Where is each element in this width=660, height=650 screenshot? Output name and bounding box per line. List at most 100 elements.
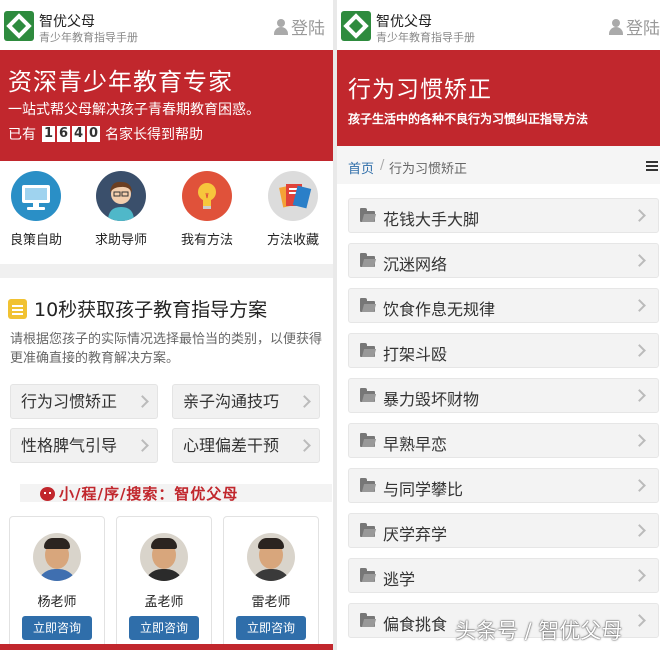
folder-icon [360,253,375,267]
consult-button[interactable]: 立即咨询 [129,616,199,640]
feature-label: 求助导师 [94,233,147,248]
list-item-label: 与同学攀比 [383,480,464,499]
list-item-label: 饮食作息无规律 [383,300,496,319]
chevron-right-icon [633,344,646,357]
counter-digit: 6 [57,126,70,142]
counter-digit: 1 [42,126,55,142]
folder-icon [360,523,375,537]
list-item[interactable]: 沉迷网络 [348,243,659,278]
category-button[interactable]: 行为习惯矫正 [10,384,158,419]
teacher-name: 杨老师 [37,595,77,610]
chevron-right-icon [633,479,646,492]
section-description: 请根据您孩子的实际情况选择最恰当的类别，以便获得更准确直接的教育解决方案。 [10,332,323,366]
header: 智优父母 青少年教育指导手册 登陆 [337,0,660,50]
chevron-right-icon [633,524,646,537]
login-button[interactable]: 登陆 [609,14,660,39]
breadcrumb-home[interactable]: 首页 [348,158,374,177]
folder-icon [360,613,375,627]
right-panel: 智优父母 青少年教育指导手册 登陆 行为习惯矫正 孩子生活中的各种不良行为习惯纠… [337,0,660,650]
brand-name: 智优父母 [376,14,432,30]
list-item[interactable]: 打架斗殴 [348,333,659,368]
brand-name: 智优父母 [39,14,95,30]
chevron-right-icon [633,389,646,402]
logo-icon[interactable] [341,11,371,41]
help-counter: 已有 1 6 4 0 名家长得到帮助 [8,124,203,144]
list-item[interactable]: 厌学弃学 [348,513,659,548]
folder-icon [360,568,375,582]
category-button[interactable]: 心理偏差干预 [172,428,320,463]
screenshot-root: 智优父母 青少年教育指导手册 登陆 资深青少年教育专家 一站式帮父母解决孩子青春… [0,0,660,650]
feature-favorites[interactable]: 方法收藏 [253,171,333,248]
chevron-right-icon [633,254,646,267]
teacher-name: 孟老师 [144,595,184,610]
category-title: 行为习惯矫正 [348,77,492,103]
watermark-text: 头条号 / 智优父母 [455,619,623,643]
list-item-label: 逃学 [383,570,416,589]
list-item-label: 暴力毁坏财物 [383,390,480,409]
brand-subtitle: 青少年教育指导手册 [39,31,138,44]
folder-icon [360,208,375,222]
chevron-right-icon [298,439,311,452]
category-button[interactable]: 亲子沟通技巧 [172,384,320,419]
section-title-text: 10秒获取孩子教育指导方案 [34,299,268,321]
login-label: 登陆 [626,19,660,39]
avatar [140,533,188,581]
list-item[interactable]: 与同学攀比 [348,468,659,503]
folder-icon [360,478,375,492]
breadcrumb-separator: / [380,158,385,173]
chevron-right-icon [298,395,311,408]
brand-subtitle: 青少年教育指导手册 [376,31,475,44]
feature-icon-row: 良策自助 求助导师 我有方法 方法收藏 [0,161,333,264]
list-item-label: 打架斗殴 [383,345,448,364]
menu-icon[interactable] [646,161,658,163]
section-title: 10秒获取孩子教育指导方案 [8,295,267,322]
breadcrumb: 首页 / 行为习惯矫正 [337,146,660,184]
lightbulb-icon [182,171,232,221]
search-hint-text: 小/程/序/搜索：智优父母 [59,485,239,503]
bottom-bar [0,644,333,650]
category-banner: 行为习惯矫正 孩子生活中的各种不良行为习惯纠正指导方法 [337,50,660,146]
consult-button[interactable]: 立即咨询 [236,616,306,640]
documents-icon [268,171,318,221]
list-item-label: 厌学弃学 [383,525,448,544]
chevron-right-icon [633,614,646,627]
folder-icon [360,433,375,447]
chevron-right-icon [136,439,149,452]
avatar [247,533,295,581]
section-divider [0,264,333,278]
feature-my-method[interactable]: 我有方法 [167,171,247,248]
category-button[interactable]: 性格脾气引导 [10,428,158,463]
category-label: 亲子沟通技巧 [183,392,280,411]
feature-ask-tutor[interactable]: 求助导师 [81,171,161,248]
wechat-icon [40,486,55,501]
folder-icon [360,388,375,402]
counter-digit: 0 [87,126,100,142]
folder-icon [360,343,375,357]
list-item[interactable]: 暴力毁坏财物 [348,378,659,413]
list-item[interactable]: 花钱大手大脚 [348,198,659,233]
logo-icon[interactable] [4,11,34,41]
header: 智优父母 青少年教育指导手册 登陆 [0,0,333,50]
feature-self-help[interactable]: 良策自助 [0,171,76,248]
list-item-label: 花钱大手大脚 [383,210,480,229]
list-item[interactable]: 逃学 [348,558,659,593]
category-subtitle: 孩子生活中的各种不良行为习惯纠正指导方法 [348,112,589,126]
hero-subtitle: 一站式帮父母解决孩子青春期教育困惑。 [8,102,260,118]
left-panel: 智优父母 青少年教育指导手册 登陆 资深青少年教育专家 一站式帮父母解决孩子青春… [0,0,333,650]
login-label: 登陆 [291,19,325,39]
login-button[interactable]: 登陆 [274,14,325,39]
counter-digit: 4 [72,126,85,142]
chevron-right-icon [633,434,646,447]
teacher-card: 杨老师 立即咨询 [9,516,105,650]
list-item[interactable]: 早熟早恋 [348,423,659,458]
teacher-icon [96,171,146,221]
category-label: 性格脾气引导 [21,436,118,455]
teacher-card: 孟老师 立即咨询 [116,516,212,650]
breadcrumb-current: 行为习惯矫正 [389,162,468,177]
list-item[interactable]: 饮食作息无规律 [348,288,659,323]
chevron-right-icon [136,395,149,408]
hero-title: 资深青少年教育专家 [8,68,233,96]
consult-button[interactable]: 立即咨询 [22,616,92,640]
folder-icon [360,298,375,312]
feature-label: 我有方法 [180,233,233,248]
